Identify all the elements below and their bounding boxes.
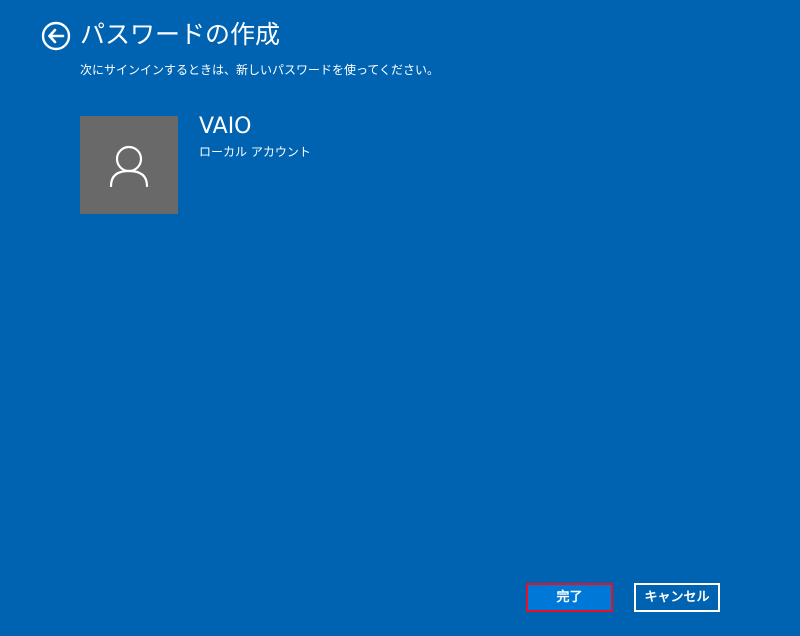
- cancel-button[interactable]: キャンセル: [634, 583, 720, 612]
- back-button[interactable]: [41, 21, 71, 51]
- account-name: VAIO: [199, 114, 252, 139]
- back-arrow-icon: [41, 21, 71, 51]
- page-subtitle: 次にサインインするときは、新しいパスワードを使ってください。: [80, 63, 440, 77]
- page-title: パスワードの作成: [80, 20, 281, 49]
- avatar: [80, 116, 178, 214]
- finish-button[interactable]: 完了: [526, 583, 613, 612]
- user-icon: [109, 145, 149, 188]
- account-type: ローカル アカウント: [199, 145, 311, 159]
